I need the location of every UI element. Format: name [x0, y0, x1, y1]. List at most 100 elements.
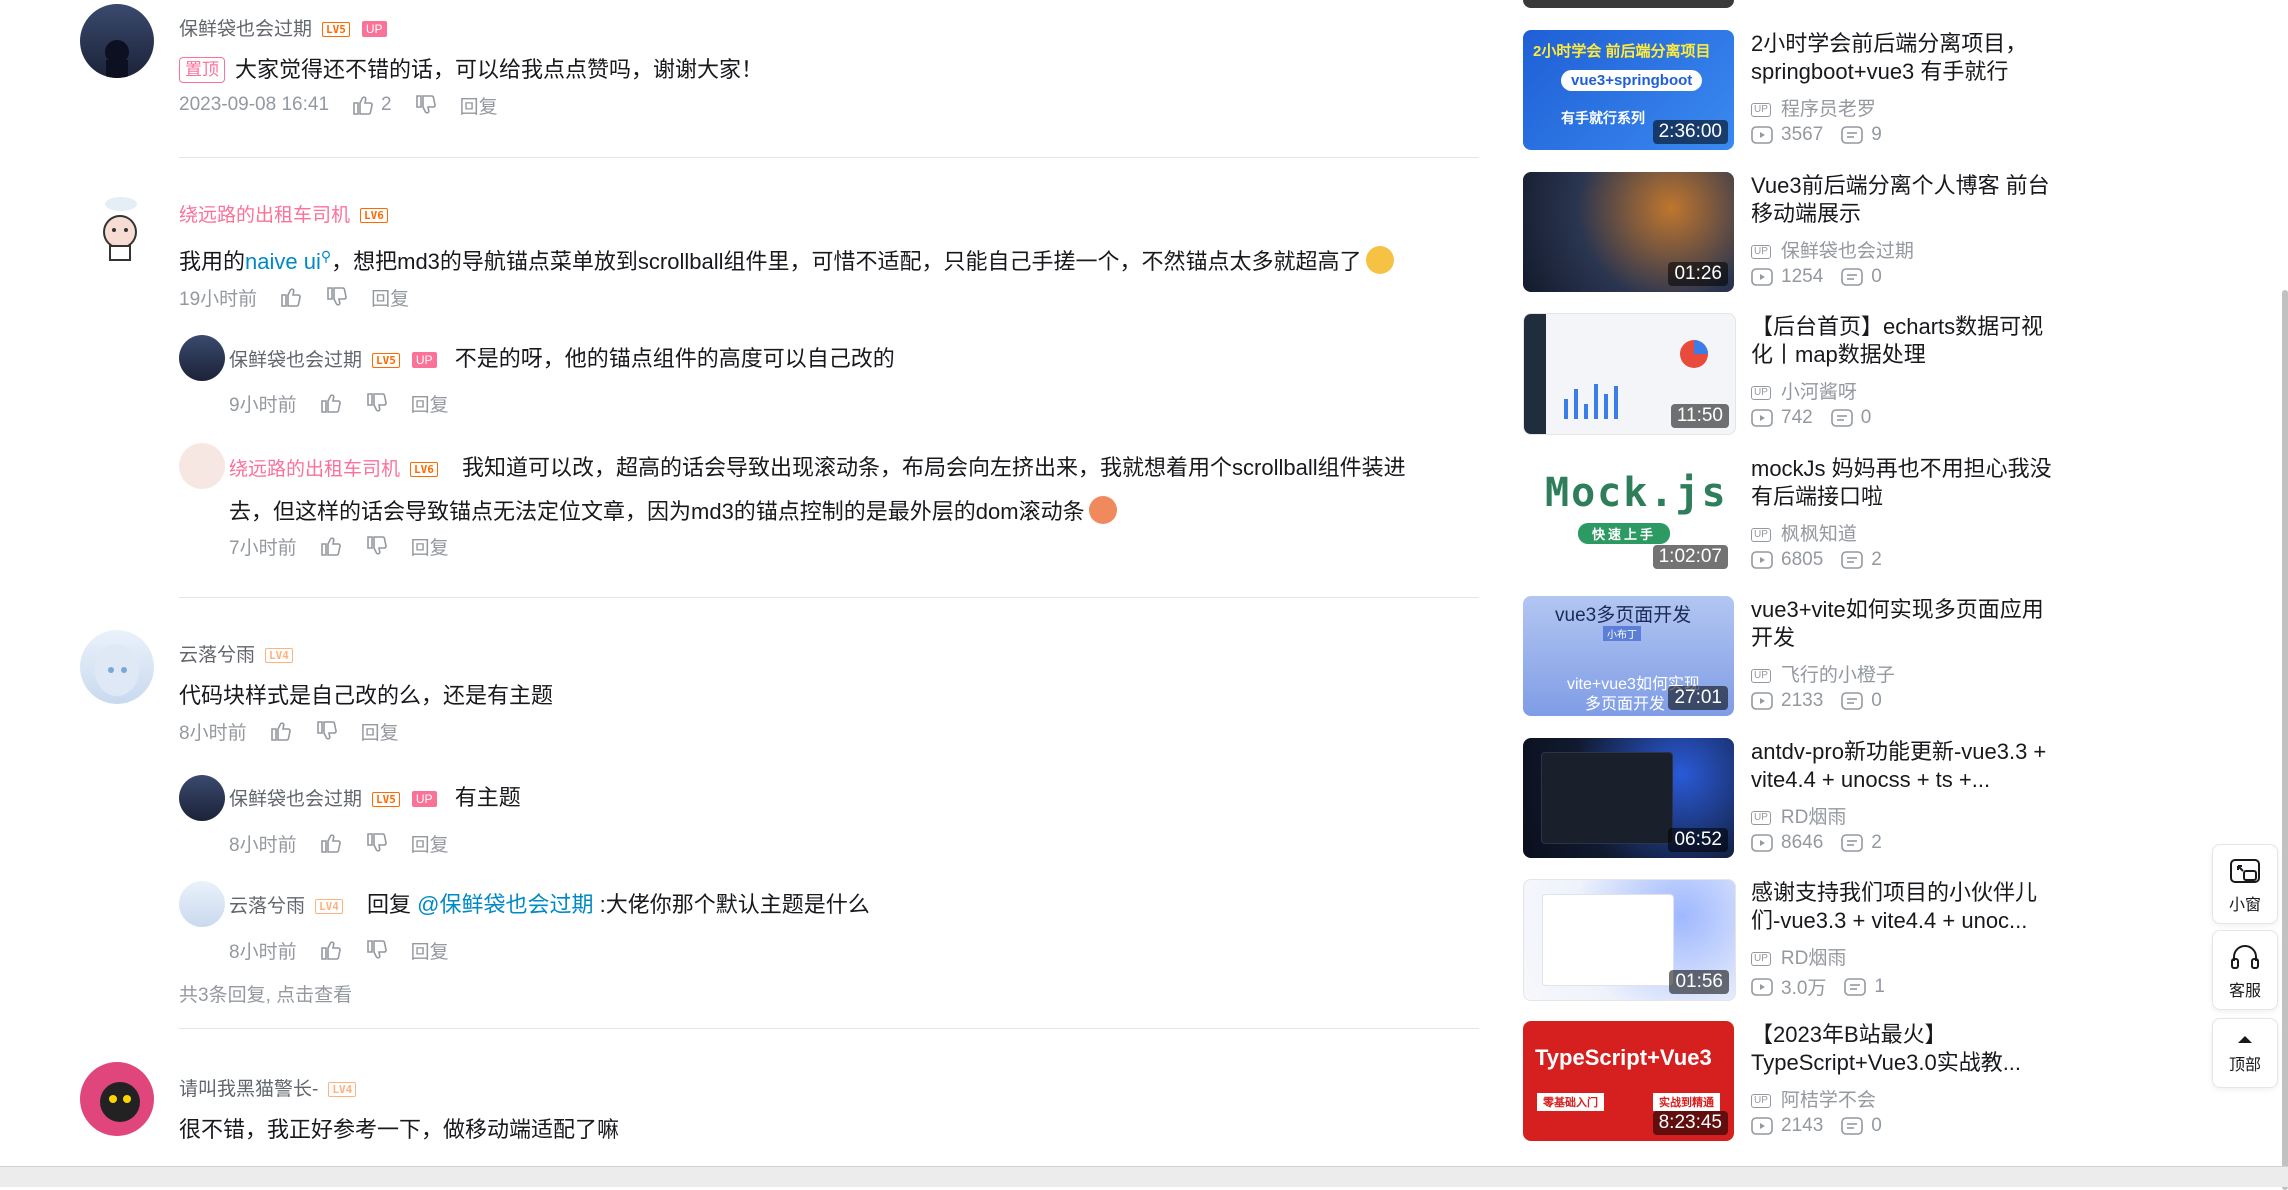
reply-time: 9小时前 [229, 394, 297, 416]
video-uploader[interactable]: UP 程序员老罗 [1751, 94, 1876, 121]
avatar[interactable] [80, 630, 154, 704]
comment-time: 19小时前 [179, 288, 258, 310]
video-title[interactable]: Vue3前后端分离个人博客 前台移动端展示 [1751, 172, 2061, 228]
avatar[interactable] [179, 335, 225, 381]
dislike-icon[interactable] [365, 831, 389, 855]
video-title[interactable]: 感谢支持我们项目的小伙伴儿们-vue3.3 + vite4.4 + unoc..… [1751, 879, 2061, 935]
recommend-card[interactable]: 06:52 antdv-pro新功能更新-vue3.3 + vite4.4 + … [1523, 738, 2063, 862]
avatar[interactable] [80, 190, 154, 264]
view-count: 2133 [1781, 690, 1824, 711]
up-badge: UP [411, 352, 437, 368]
video-title[interactable]: mockJs 妈妈再也不用担心我没有后端接口啦 [1751, 455, 2061, 511]
recommend-card[interactable]: 01:26 Vue3前后端分离个人博客 前台移动端展示 UP 保鲜袋也会过期 12… [1523, 172, 2063, 296]
video-uploader[interactable]: UP RD烟雨 [1751, 943, 1846, 970]
video-uploader[interactable]: UP 保鲜袋也会过期 [1751, 236, 1914, 263]
dislike-icon[interactable] [414, 93, 438, 117]
thumb-caption: 2小时学会 前后端分离项目 [1533, 43, 1711, 60]
video-duration: 2:36:00 [1652, 120, 1728, 144]
back-to-top-button[interactable]: 顶部 [2212, 1018, 2278, 1088]
comment-author[interactable]: 绕远路的出租车司机 LV6 [179, 200, 1579, 227]
comment-author[interactable]: 保鲜袋也会过期 LV5 UP [179, 14, 1579, 41]
thumbnail[interactable]: 11:50 [1523, 313, 1736, 435]
like-icon[interactable] [319, 938, 343, 962]
reply-button[interactable]: 回复 [411, 390, 449, 417]
like-icon[interactable] [319, 534, 343, 558]
up-icon: UP [1751, 1094, 1771, 1108]
video-title[interactable]: 【2023年B站最火】TypeScript+Vue3.0实战教... [1751, 1021, 2061, 1077]
recommend-card[interactable]: 01:56 感谢支持我们项目的小伙伴儿们-vue3.3 + vite4.4 + … [1523, 879, 2063, 1003]
video-title[interactable]: antdv-pro新功能更新-vue3.3 + vite4.4 + unocss… [1751, 738, 2061, 794]
thumbnail[interactable]: 2小时学会 前后端分离项目 vue3+springboot 有手就行系列 2:3… [1523, 30, 1734, 150]
thumbnail[interactable]: 01:56 [1523, 879, 1736, 1001]
arrow-up-icon [2238, 1036, 2252, 1043]
comment-item: 保鲜袋也会过期 LV5 UP 置顶 大家觉得还不错的话，可以给我点点赞吗，谢谢大家！ … [179, 14, 1579, 119]
reply-button[interactable]: 回复 [460, 92, 498, 119]
reply-button[interactable]: 回复 [411, 830, 449, 857]
like-icon[interactable] [269, 719, 293, 743]
like-icon[interactable] [351, 93, 375, 117]
recommend-card[interactable]: TypeScript+Vue3 零基础入门 实战到精通 8:23:45 【202… [1523, 1021, 2063, 1145]
video-uploader[interactable]: UP RD烟雨 [1751, 802, 1846, 829]
video-title[interactable]: 【后台首页】echarts数据可视化丨map数据处理 [1751, 313, 2061, 369]
reply-button[interactable]: 回复 [411, 533, 449, 560]
like-icon[interactable] [319, 391, 343, 415]
video-uploader[interactable]: UP 小河酱呀 [1751, 377, 1857, 404]
video-uploader[interactable]: UP 飞行的小橙子 [1751, 660, 1895, 687]
page-scrollbar[interactable] [2282, 290, 2288, 1190]
thumbnail[interactable] [1523, 0, 1734, 8]
dislike-icon[interactable] [365, 391, 389, 415]
reply-author[interactable]: 绕远路的出租车司机 LV6 [229, 459, 438, 480]
avatar[interactable] [179, 881, 225, 927]
comment-text: 代码块样式是自己改的么，还是有主题 [179, 683, 554, 708]
reply-meta: 7小时前 回复 [229, 532, 449, 560]
reply-text: 保鲜袋也会过期 LV5 UP 有主题 [229, 785, 521, 810]
video-title[interactable]: 2小时学会前后端分离项目，springboot+vue3 有手就行 [1751, 30, 2061, 86]
comment-author[interactable]: 请叫我黑猫警长- LV4 [179, 1074, 1579, 1101]
thumbnail[interactable]: TypeScript+Vue3 零基础入门 实战到精通 8:23:45 [1523, 1021, 1734, 1141]
level-badge: LV6 [410, 462, 438, 477]
recommend-card[interactable]: 2小时学会 前后端分离项目 vue3+springboot 有手就行系列 2:3… [1523, 30, 2063, 154]
danmaku-count: 0 [1871, 690, 1882, 711]
view-all-replies-link[interactable]: 共3条回复, 点击查看 [179, 980, 352, 1007]
search-link[interactable]: naive ui [245, 249, 321, 274]
avatar[interactable] [179, 775, 225, 821]
avatar[interactable] [80, 4, 154, 78]
video-stats: 3.0万 1 [1751, 973, 1885, 1000]
reply-button[interactable]: 回复 [371, 284, 409, 311]
view-count: 1254 [1781, 266, 1824, 287]
video-uploader[interactable]: UP 枫枫知道 [1751, 519, 1857, 546]
thumbnail[interactable]: 01:26 [1523, 172, 1734, 292]
dislike-icon[interactable] [365, 938, 389, 962]
like-icon[interactable] [279, 285, 303, 309]
video-uploader[interactable]: UP 阿桔学不会 [1751, 1085, 1876, 1112]
danmaku-icon [1841, 126, 1864, 144]
dislike-icon[interactable] [315, 719, 339, 743]
up-icon: UP [1751, 952, 1771, 966]
video-title[interactable]: vue3+vite如何实现多页面应用开发 [1751, 596, 2061, 652]
play-count-icon [1751, 126, 1773, 144]
recommend-card[interactable]: 11:50 【后台首页】echarts数据可视化丨map数据处理 UP 小河酱呀 … [1523, 313, 2063, 437]
reply-button[interactable]: 回复 [411, 937, 449, 964]
comment-author[interactable]: 云落兮雨 LV4 [179, 640, 1579, 667]
level-badge: LV5 [372, 353, 400, 368]
play-count-icon [1751, 692, 1773, 710]
recommend-card[interactable]: vue3多页面开发 小布丁 vite+vue3如何实现 多页面开发 27:01 … [1523, 596, 2063, 720]
recommend-card[interactable]: Mock.js 快速上手 1:02:07 mockJs 妈妈再也不用担心我没有后… [1523, 455, 2063, 579]
customer-service-button[interactable]: 客服 [2212, 930, 2278, 1010]
reply-author[interactable]: 云落兮雨 LV4 [229, 896, 343, 917]
thumbnail[interactable]: vue3多页面开发 小布丁 vite+vue3如何实现 多页面开发 27:01 [1523, 596, 1734, 716]
avatar[interactable] [80, 1062, 154, 1136]
dislike-icon[interactable] [365, 534, 389, 558]
like-icon[interactable] [319, 831, 343, 855]
reply-button[interactable]: 回复 [361, 718, 399, 745]
thumbnail[interactable]: Mock.js 快速上手 1:02:07 [1523, 455, 1734, 575]
reply-author[interactable]: 保鲜袋也会过期 LV5 UP [229, 350, 437, 371]
mention-link[interactable]: @保鲜袋也会过期 [417, 892, 593, 917]
up-badge: UP [361, 21, 387, 37]
reply-author[interactable]: 保鲜袋也会过期 LV5 UP [229, 789, 437, 810]
dislike-icon[interactable] [325, 285, 349, 309]
thumbnail[interactable]: 06:52 [1523, 738, 1734, 858]
avatar[interactable] [179, 443, 225, 489]
search-icon: ⚲ [320, 248, 332, 264]
mini-player-button[interactable]: 小窗 [2212, 844, 2278, 924]
